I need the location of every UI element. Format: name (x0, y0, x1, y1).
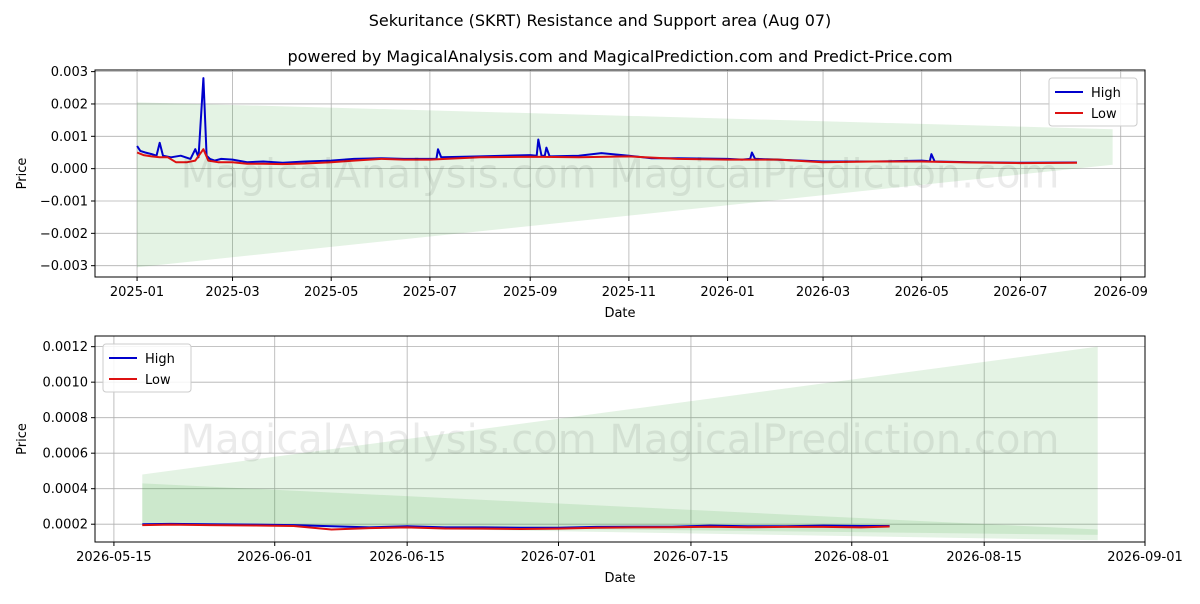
top-x-tick-label: 2025-03 (205, 285, 259, 300)
bottom-x-tick-label: 2026-08-15 (946, 550, 1022, 565)
top-y-tick-label: −0.003 (40, 259, 88, 274)
top-x-tick-label: 2026-03 (796, 285, 850, 300)
top-legend-label-high: High (1091, 86, 1121, 101)
chart-figure: Sekuritance (SKRT) Resistance and Suppor… (0, 0, 1200, 600)
bottom-x-tick-label: 2026-06-15 (369, 550, 445, 565)
bottom-legend-label-high: High (145, 352, 175, 367)
top-x-tick-label: 2026-07 (993, 285, 1047, 300)
top-y-tick-label: 0.003 (51, 65, 88, 80)
top-y-tick-label: 0.002 (51, 97, 88, 112)
figure-canvas: Sekuritance (SKRT) Resistance and Suppor… (15, 11, 1183, 586)
bottom-y-tick-label: 0.0006 (43, 447, 89, 462)
top-x-tick-label: 2025-05 (304, 285, 358, 300)
bottom-y-tick-label: 0.0010 (43, 376, 89, 391)
bottom-legend-label-low: Low (145, 373, 171, 388)
bottom-watermark: MagicalAnalysis.com MagicalPrediction.co… (181, 417, 1060, 463)
top-legend-label-low: Low (1091, 107, 1117, 122)
top-y-tick-label: 0.001 (51, 130, 88, 145)
bottom-x-tick-label: 2026-07-15 (653, 550, 729, 565)
top-chart-panel: MagicalAnalysis.com MagicalPrediction.co… (15, 47, 1148, 321)
top-legend: High Low (1048, 77, 1138, 127)
bottom-x-tick-label: 2026-05-15 (76, 550, 152, 565)
bottom-y-tick-label: 0.0004 (43, 482, 89, 497)
top-watermark: MagicalAnalysis.com MagicalPrediction.co… (181, 152, 1060, 198)
top-x-tick-label: 2025-11 (602, 285, 656, 300)
bottom-legend: High Low (102, 343, 192, 393)
bottom-y-tick-label: 0.0002 (43, 518, 89, 533)
bottom-x-tick-label: 2026-08-01 (814, 550, 890, 565)
top-x-tick-label: 2025-01 (110, 285, 164, 300)
bottom-x-tick-label: 2026-06-01 (237, 550, 313, 565)
top-x-tick-label: 2025-07 (403, 285, 457, 300)
top-panel-title: powered by MagicalAnalysis.com and Magic… (287, 47, 952, 66)
bottom-x-tick-label: 2026-09-01 (1107, 550, 1183, 565)
top-x-tick-label: 2026-01 (700, 285, 754, 300)
top-x-tick-label: 2025-09 (503, 285, 557, 300)
bottom-x-axis-label: Date (604, 571, 635, 586)
top-y-axis-label: Price (15, 158, 30, 190)
top-x-tick-label: 2026-05 (895, 285, 949, 300)
bottom-y-tick-label: 0.0012 (43, 340, 89, 355)
bottom-x-tick-label: 2026-07-01 (521, 550, 597, 565)
bottom-chart-panel: MagicalAnalysis.com MagicalPrediction.co… (15, 335, 1183, 586)
top-y-tick-label: −0.001 (40, 194, 88, 209)
bottom-y-tick-label: 0.0008 (43, 411, 89, 426)
top-y-tick-label: 0.000 (51, 162, 88, 177)
bottom-y-axis-label: Price (15, 423, 30, 455)
top-x-axis-label: Date (604, 306, 635, 321)
top-y-tick-label: −0.002 (40, 227, 88, 242)
figure-title: Sekuritance (SKRT) Resistance and Suppor… (369, 11, 832, 30)
top-x-tick-label: 2026-09 (1094, 285, 1148, 300)
